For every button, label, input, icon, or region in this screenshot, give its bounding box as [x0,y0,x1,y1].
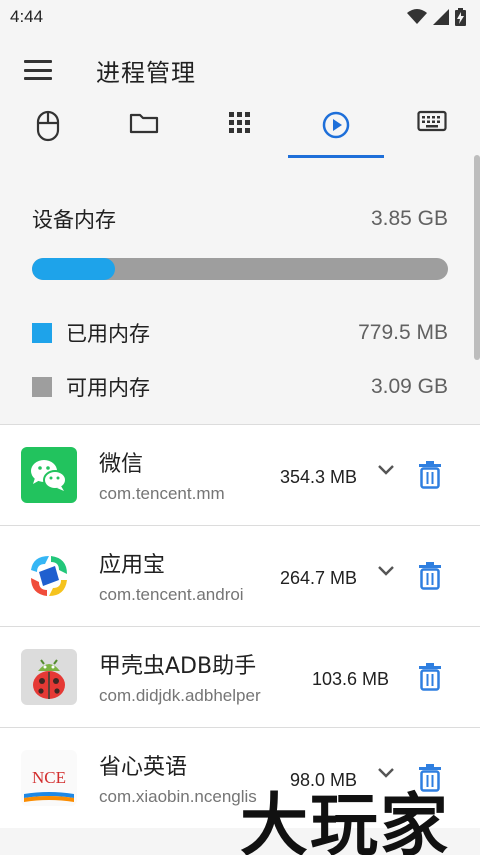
signal-icon [433,9,449,25]
folder-icon [129,113,159,134]
memory-card: 设备内存 3.85 GB 已用内存 779.5 MB 可用内存 3.09 GB [0,158,480,428]
scrollbar[interactable] [474,155,480,360]
free-memory-label: 可用内存 [66,376,150,400]
app-store-icon [21,548,77,604]
tab-processes[interactable] [288,106,384,158]
app-package: com.didjdk.adbhelper [99,686,261,705]
app-name: 甲壳虫ADB助手 [99,654,257,679]
app-memory-size: 103.6 MB [312,669,390,689]
play-circle-icon [322,111,350,139]
nce-icon-text: NCE [32,768,66,787]
memory-total: 3.85 GB [370,207,448,230]
free-memory-row: 可用内存 3.09 GB [32,360,448,414]
memory-title: 设备内存 [32,208,116,232]
keyboard-icon [417,110,447,132]
used-memory-value: 779.5 MB [358,321,448,344]
used-color-swatch [32,323,52,343]
battery-charging-icon [455,8,466,26]
tab-mouse[interactable] [0,106,96,158]
free-color-swatch [32,377,52,397]
app-name: 应用宝 [99,553,166,578]
app-bar: 进程管理 [0,34,480,106]
status-bar: 4:44 [0,0,480,34]
wifi-icon [407,9,427,24]
page-title: 进程管理 [96,58,196,87]
app-package: com.tencent.mm [99,484,225,503]
app-memory-size: 264.7 MB [280,568,358,588]
status-icons [407,8,466,26]
mouse-icon [36,110,60,142]
trash-icon[interactable] [418,461,442,489]
list-item[interactable]: 应用宝 com.tencent.androi 264.7 MB [0,525,480,626]
process-list: 微信 com.tencent.mm 354.3 MB 应用宝 com.tence… [0,424,480,828]
trash-icon[interactable] [418,663,442,691]
used-memory-label: 已用内存 [66,322,150,346]
chevron-down-icon[interactable] [376,463,396,477]
memory-progress-fill [32,258,116,280]
used-memory-row: 已用内存 779.5 MB [32,306,448,360]
apps-grid-icon [229,112,250,133]
app-memory-size: 354.3 MB [280,467,358,487]
nce-icon: NCE [21,750,77,806]
tab-files[interactable] [96,106,192,158]
tab-keyboard[interactable] [384,106,480,158]
trash-icon[interactable] [418,562,442,590]
wechat-icon [21,447,77,503]
free-memory-value: 3.09 GB [370,375,448,398]
app-name: 微信 [99,452,144,477]
tab-bar [0,106,480,158]
chevron-down-icon[interactable] [376,564,396,578]
status-time: 4:44 [10,7,44,26]
watermark: 大玩家 [240,786,451,855]
tab-apps[interactable] [192,106,288,158]
app-package: com.tencent.androi [99,585,244,604]
list-item[interactable]: 甲壳虫ADB助手 com.didjdk.adbhelper 103.6 MB [0,626,480,727]
list-item[interactable]: 微信 com.tencent.mm 354.3 MB [0,424,480,525]
memory-progress-bar [32,258,448,280]
memory-header: 设备内存 3.85 GB [32,158,448,234]
ladybug-android-icon [21,649,77,705]
menu-icon[interactable] [24,58,52,82]
